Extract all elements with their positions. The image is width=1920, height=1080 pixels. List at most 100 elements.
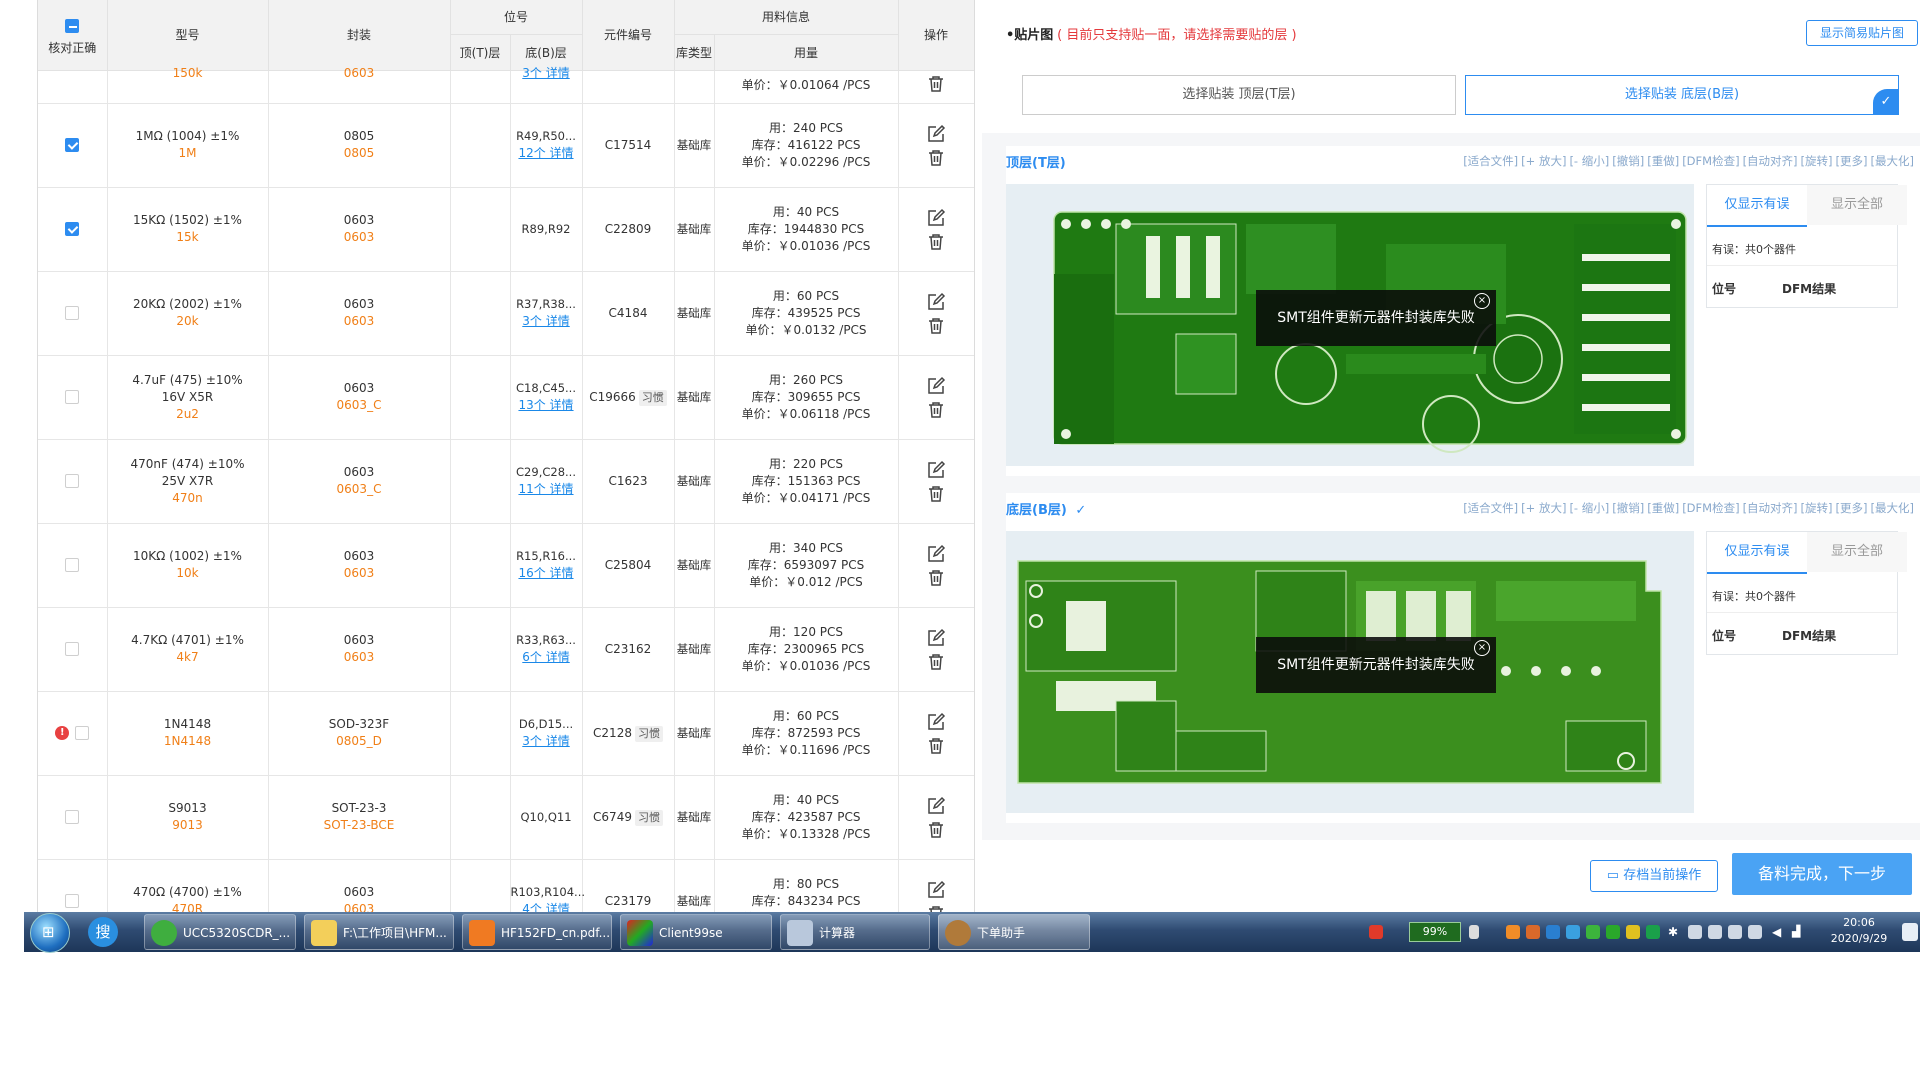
- row-check-checkbox[interactable]: [65, 810, 80, 824]
- trash-icon[interactable]: [927, 233, 945, 251]
- position-detail-link[interactable]: 12个 详情: [511, 145, 582, 162]
- toolbar-action-1[interactable]: [+ 放大]: [1521, 501, 1566, 515]
- edit-icon[interactable]: [926, 544, 946, 564]
- top-pcb-view[interactable]: SMT组件更新元器件封装库失败 ×: [1006, 184, 1694, 466]
- row-check-checkbox[interactable]: [65, 306, 80, 320]
- row-check-checkbox[interactable]: [65, 642, 80, 656]
- top-tab-all[interactable]: 显示全部: [1807, 185, 1907, 225]
- edit-icon[interactable]: [926, 376, 946, 396]
- battery-indicator[interactable]: 99%: [1409, 922, 1461, 942]
- toolbar-action-8[interactable]: [更多]: [1836, 501, 1868, 515]
- toolbar-action-0[interactable]: [适合文件]: [1463, 154, 1518, 168]
- network-icon[interactable]: ▟: [1792, 925, 1806, 939]
- tray-app-icon[interactable]: [1506, 925, 1520, 939]
- bluetooth-icon[interactable]: ✱: [1668, 925, 1682, 939]
- toolbar-action-0[interactable]: [适合文件]: [1463, 501, 1518, 515]
- toolbar-action-6[interactable]: [自动对齐]: [1743, 501, 1798, 515]
- toolbar-action-2[interactable]: [- 缩小]: [1569, 501, 1609, 515]
- toolbar-action-2[interactable]: [- 缩小]: [1569, 154, 1609, 168]
- tray-app-icon[interactable]: [1626, 925, 1640, 939]
- select-all-checkbox[interactable]: [65, 18, 80, 33]
- toolbar-action-3[interactable]: [撤销]: [1612, 501, 1644, 515]
- search-app-icon[interactable]: 搜: [88, 917, 118, 947]
- taskbar-item-order-assistant[interactable]: 下单助手: [938, 914, 1090, 950]
- toolbar-action-3[interactable]: [撤销]: [1612, 154, 1644, 168]
- top-tab-errors[interactable]: 仅显示有误: [1707, 185, 1807, 227]
- position-detail-link[interactable]: 3个 详情: [511, 313, 582, 330]
- taskbar-item-ucc[interactable]: UCC5320SCDR_...: [144, 914, 296, 950]
- bottom-toast-close-icon[interactable]: ×: [1474, 640, 1490, 656]
- toolbar-action-5[interactable]: [DFM检查]: [1682, 154, 1739, 168]
- start-button[interactable]: ⊞: [30, 913, 70, 953]
- toolbar-action-5[interactable]: [DFM检查]: [1682, 501, 1739, 515]
- simple-view-button[interactable]: 显示简易贴片图: [1806, 20, 1918, 46]
- trash-icon[interactable]: [927, 149, 945, 167]
- save-progress-button[interactable]: ▭ 存档当前操作: [1590, 860, 1718, 892]
- edit-icon[interactable]: [926, 796, 946, 816]
- toolbar-action-9[interactable]: [最大化]: [1871, 154, 1914, 168]
- row-check-checkbox[interactable]: [75, 726, 90, 740]
- next-step-button[interactable]: 备料完成，下一步: [1732, 853, 1912, 895]
- shield-icon[interactable]: [1606, 925, 1620, 939]
- taskbar-item-calculator[interactable]: 计算器: [780, 914, 930, 950]
- tray-app-icon[interactable]: [1728, 925, 1742, 939]
- trash-icon[interactable]: [927, 401, 945, 419]
- row-check-checkbox[interactable]: [65, 894, 80, 908]
- edit-icon[interactable]: [926, 880, 946, 900]
- toolbar-action-8[interactable]: [更多]: [1836, 154, 1868, 168]
- toolbar-action-9[interactable]: [最大化]: [1871, 501, 1914, 515]
- taskbar-item-pdf[interactable]: HF152FD_cn.pdf...: [462, 914, 612, 950]
- show-desktop-icon[interactable]: [1902, 923, 1918, 941]
- toolbar-action-1[interactable]: [+ 放大]: [1521, 154, 1566, 168]
- row-check-checkbox[interactable]: [65, 474, 80, 488]
- toolbar-action-7[interactable]: [旋转]: [1801, 501, 1833, 515]
- row-check-checkbox[interactable]: [65, 558, 80, 572]
- taskbar-item-folder[interactable]: F:\工作项目\HFM...: [304, 914, 454, 950]
- position-detail-link[interactable]: 3个 详情: [511, 65, 582, 82]
- tray-app-icon[interactable]: [1708, 925, 1722, 939]
- tray-app-icon[interactable]: [1546, 925, 1560, 939]
- toolbar-action-6[interactable]: [自动对齐]: [1743, 154, 1798, 168]
- position-detail-link[interactable]: 6个 详情: [511, 649, 582, 666]
- edit-icon[interactable]: [926, 712, 946, 732]
- row-check-checkbox[interactable]: [65, 138, 80, 152]
- tray-app-icon[interactable]: [1526, 925, 1540, 939]
- tray-app-icon[interactable]: [1566, 925, 1580, 939]
- volume-icon[interactable]: ◀: [1772, 925, 1786, 939]
- top-toast-close-icon[interactable]: ×: [1474, 293, 1490, 309]
- trash-icon[interactable]: [927, 317, 945, 335]
- battery-icon[interactable]: [1469, 925, 1479, 939]
- wechat-icon[interactable]: [1586, 925, 1600, 939]
- sogou-input-icon[interactable]: [1369, 925, 1383, 939]
- trash-icon[interactable]: [927, 653, 945, 671]
- trash-icon[interactable]: [927, 737, 945, 755]
- edit-icon[interactable]: [926, 124, 946, 144]
- toolbar-action-4[interactable]: [重做]: [1647, 154, 1679, 168]
- toolbar-action-4[interactable]: [重做]: [1647, 501, 1679, 515]
- position-detail-link[interactable]: 16个 详情: [511, 565, 582, 582]
- edit-icon[interactable]: [926, 460, 946, 480]
- row-check-checkbox[interactable]: [65, 222, 80, 236]
- trash-icon[interactable]: [927, 485, 945, 503]
- tray-app-icon[interactable]: [1748, 925, 1762, 939]
- trash-icon[interactable]: [927, 569, 945, 587]
- row-check-checkbox[interactable]: [65, 390, 80, 404]
- select-top-layer-button[interactable]: 选择贴装 顶层(T层): [1022, 75, 1456, 115]
- position-detail-link[interactable]: 11个 详情: [511, 481, 582, 498]
- edit-icon[interactable]: [926, 208, 946, 228]
- bottom-tab-all[interactable]: 显示全部: [1807, 532, 1907, 572]
- bottom-tab-errors[interactable]: 仅显示有误: [1707, 532, 1807, 574]
- tray-app-icon[interactable]: [1688, 925, 1702, 939]
- tray-app-icon[interactable]: [1646, 925, 1660, 939]
- trash-icon[interactable]: [927, 821, 945, 839]
- clock[interactable]: 20:06 2020/9/29: [1824, 915, 1894, 947]
- toolbar-action-7[interactable]: [旋转]: [1801, 154, 1833, 168]
- bottom-pcb-view[interactable]: SMT组件更新元器件封装库失败 ×: [1006, 531, 1694, 813]
- position-detail-link[interactable]: 3个 详情: [511, 733, 582, 750]
- trash-icon[interactable]: [927, 75, 945, 93]
- select-bottom-layer-button[interactable]: 选择贴装 底层(B层) ✓: [1465, 75, 1899, 115]
- position-detail-link[interactable]: 13个 详情: [511, 397, 582, 414]
- edit-icon[interactable]: [926, 628, 946, 648]
- edit-icon[interactable]: [926, 292, 946, 312]
- taskbar-item-client99se[interactable]: Client99se: [620, 914, 772, 950]
